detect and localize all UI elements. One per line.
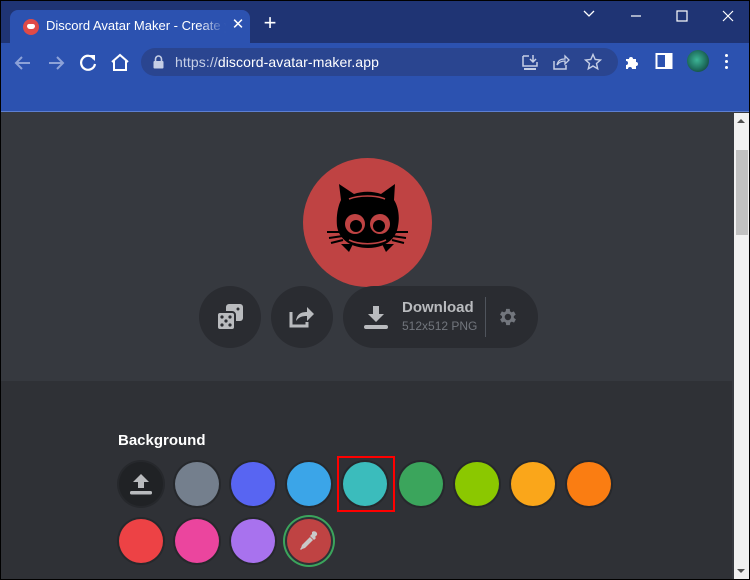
scroll-up-arrow-icon[interactable] — [737, 119, 745, 123]
color-swatch[interactable] — [455, 462, 499, 506]
scroll-down-arrow-icon[interactable] — [737, 569, 745, 573]
download-divider — [485, 297, 486, 337]
url-scheme: https:// — [175, 54, 218, 70]
bookmark-star-icon[interactable] — [583, 52, 604, 71]
download-icon — [364, 306, 388, 329]
back-arrow-icon[interactable] — [11, 51, 35, 75]
background-section-title: Background — [118, 432, 206, 449]
browser-tab[interactable]: Discord Avatar Maker - Create your own a… — [10, 10, 250, 43]
install-app-icon[interactable] — [521, 53, 541, 71]
forward-arrow-icon[interactable] — [44, 51, 68, 75]
browser-menu-icon[interactable] — [723, 54, 729, 72]
scrollbar-thumb[interactable] — [736, 150, 748, 235]
preview-section: Download 512x512 PNG — [1, 113, 732, 381]
color-swatch[interactable] — [231, 519, 275, 563]
tab-close-icon[interactable]: ✕ — [230, 16, 246, 34]
randomize-button[interactable] — [199, 286, 261, 348]
page-header-band — [1, 83, 749, 112]
avatar-preview — [303, 158, 432, 287]
reload-icon[interactable] — [76, 51, 100, 75]
color-swatch[interactable] — [175, 462, 219, 506]
color-swatch[interactable] — [567, 462, 611, 506]
color-swatch[interactable] — [287, 462, 331, 506]
side-panel-icon[interactable] — [655, 52, 677, 74]
new-tab-button[interactable]: + — [259, 12, 281, 35]
share-page-icon[interactable] — [552, 53, 572, 71]
download-format: 512x512 PNG — [402, 319, 478, 333]
color-swatch[interactable] — [119, 519, 163, 563]
tab-title: Discord Avatar Maker - Create your own a… — [46, 18, 226, 33]
share-button[interactable] — [271, 286, 333, 348]
close-window-icon[interactable] — [714, 5, 742, 27]
url-text[interactable]: https://discord-avatar-maker.app — [175, 54, 379, 70]
page-scrollbar[interactable] — [734, 113, 749, 579]
color-swatch[interactable] — [175, 519, 219, 563]
page-content: Download 512x512 PNG Background — [1, 113, 732, 579]
address-bar[interactable]: https://discord-avatar-maker.app — [141, 48, 618, 76]
color-swatch[interactable] — [343, 462, 387, 506]
lock-icon[interactable] — [153, 55, 164, 74]
browser-toolbar: https://discord-avatar-maker.app — [1, 43, 749, 83]
title-bar: Discord Avatar Maker - Create your own a… — [1, 1, 749, 43]
url-host: discord-avatar-maker.app — [217, 54, 379, 70]
download-group: Download 512x512 PNG — [343, 286, 538, 348]
discord-icon — [23, 19, 39, 35]
custom-color-picker-button[interactable] — [287, 519, 331, 563]
maximize-icon[interactable] — [668, 5, 696, 27]
upload-background-button[interactable] — [119, 462, 163, 506]
home-icon[interactable] — [108, 51, 132, 75]
download-settings-button[interactable] — [493, 303, 521, 331]
color-swatch[interactable] — [231, 462, 275, 506]
download-label: Download — [402, 299, 474, 316]
tab-search-chevron-icon[interactable] — [575, 5, 603, 27]
customize-panel: Background — [1, 381, 732, 579]
extensions-puzzle-icon[interactable] — [623, 52, 645, 74]
dice-icon — [216, 304, 243, 331]
profile-avatar[interactable] — [687, 50, 709, 72]
minimize-icon[interactable] — [622, 5, 650, 27]
cat-face-icon — [327, 184, 408, 252]
share-icon — [289, 307, 314, 328]
gear-icon — [500, 308, 516, 326]
browser-window: Discord Avatar Maker - Create your own a… — [1, 1, 749, 579]
color-swatch[interactable] — [511, 462, 555, 506]
color-swatch[interactable] — [399, 462, 443, 506]
download-button[interactable]: Download 512x512 PNG — [343, 286, 485, 348]
